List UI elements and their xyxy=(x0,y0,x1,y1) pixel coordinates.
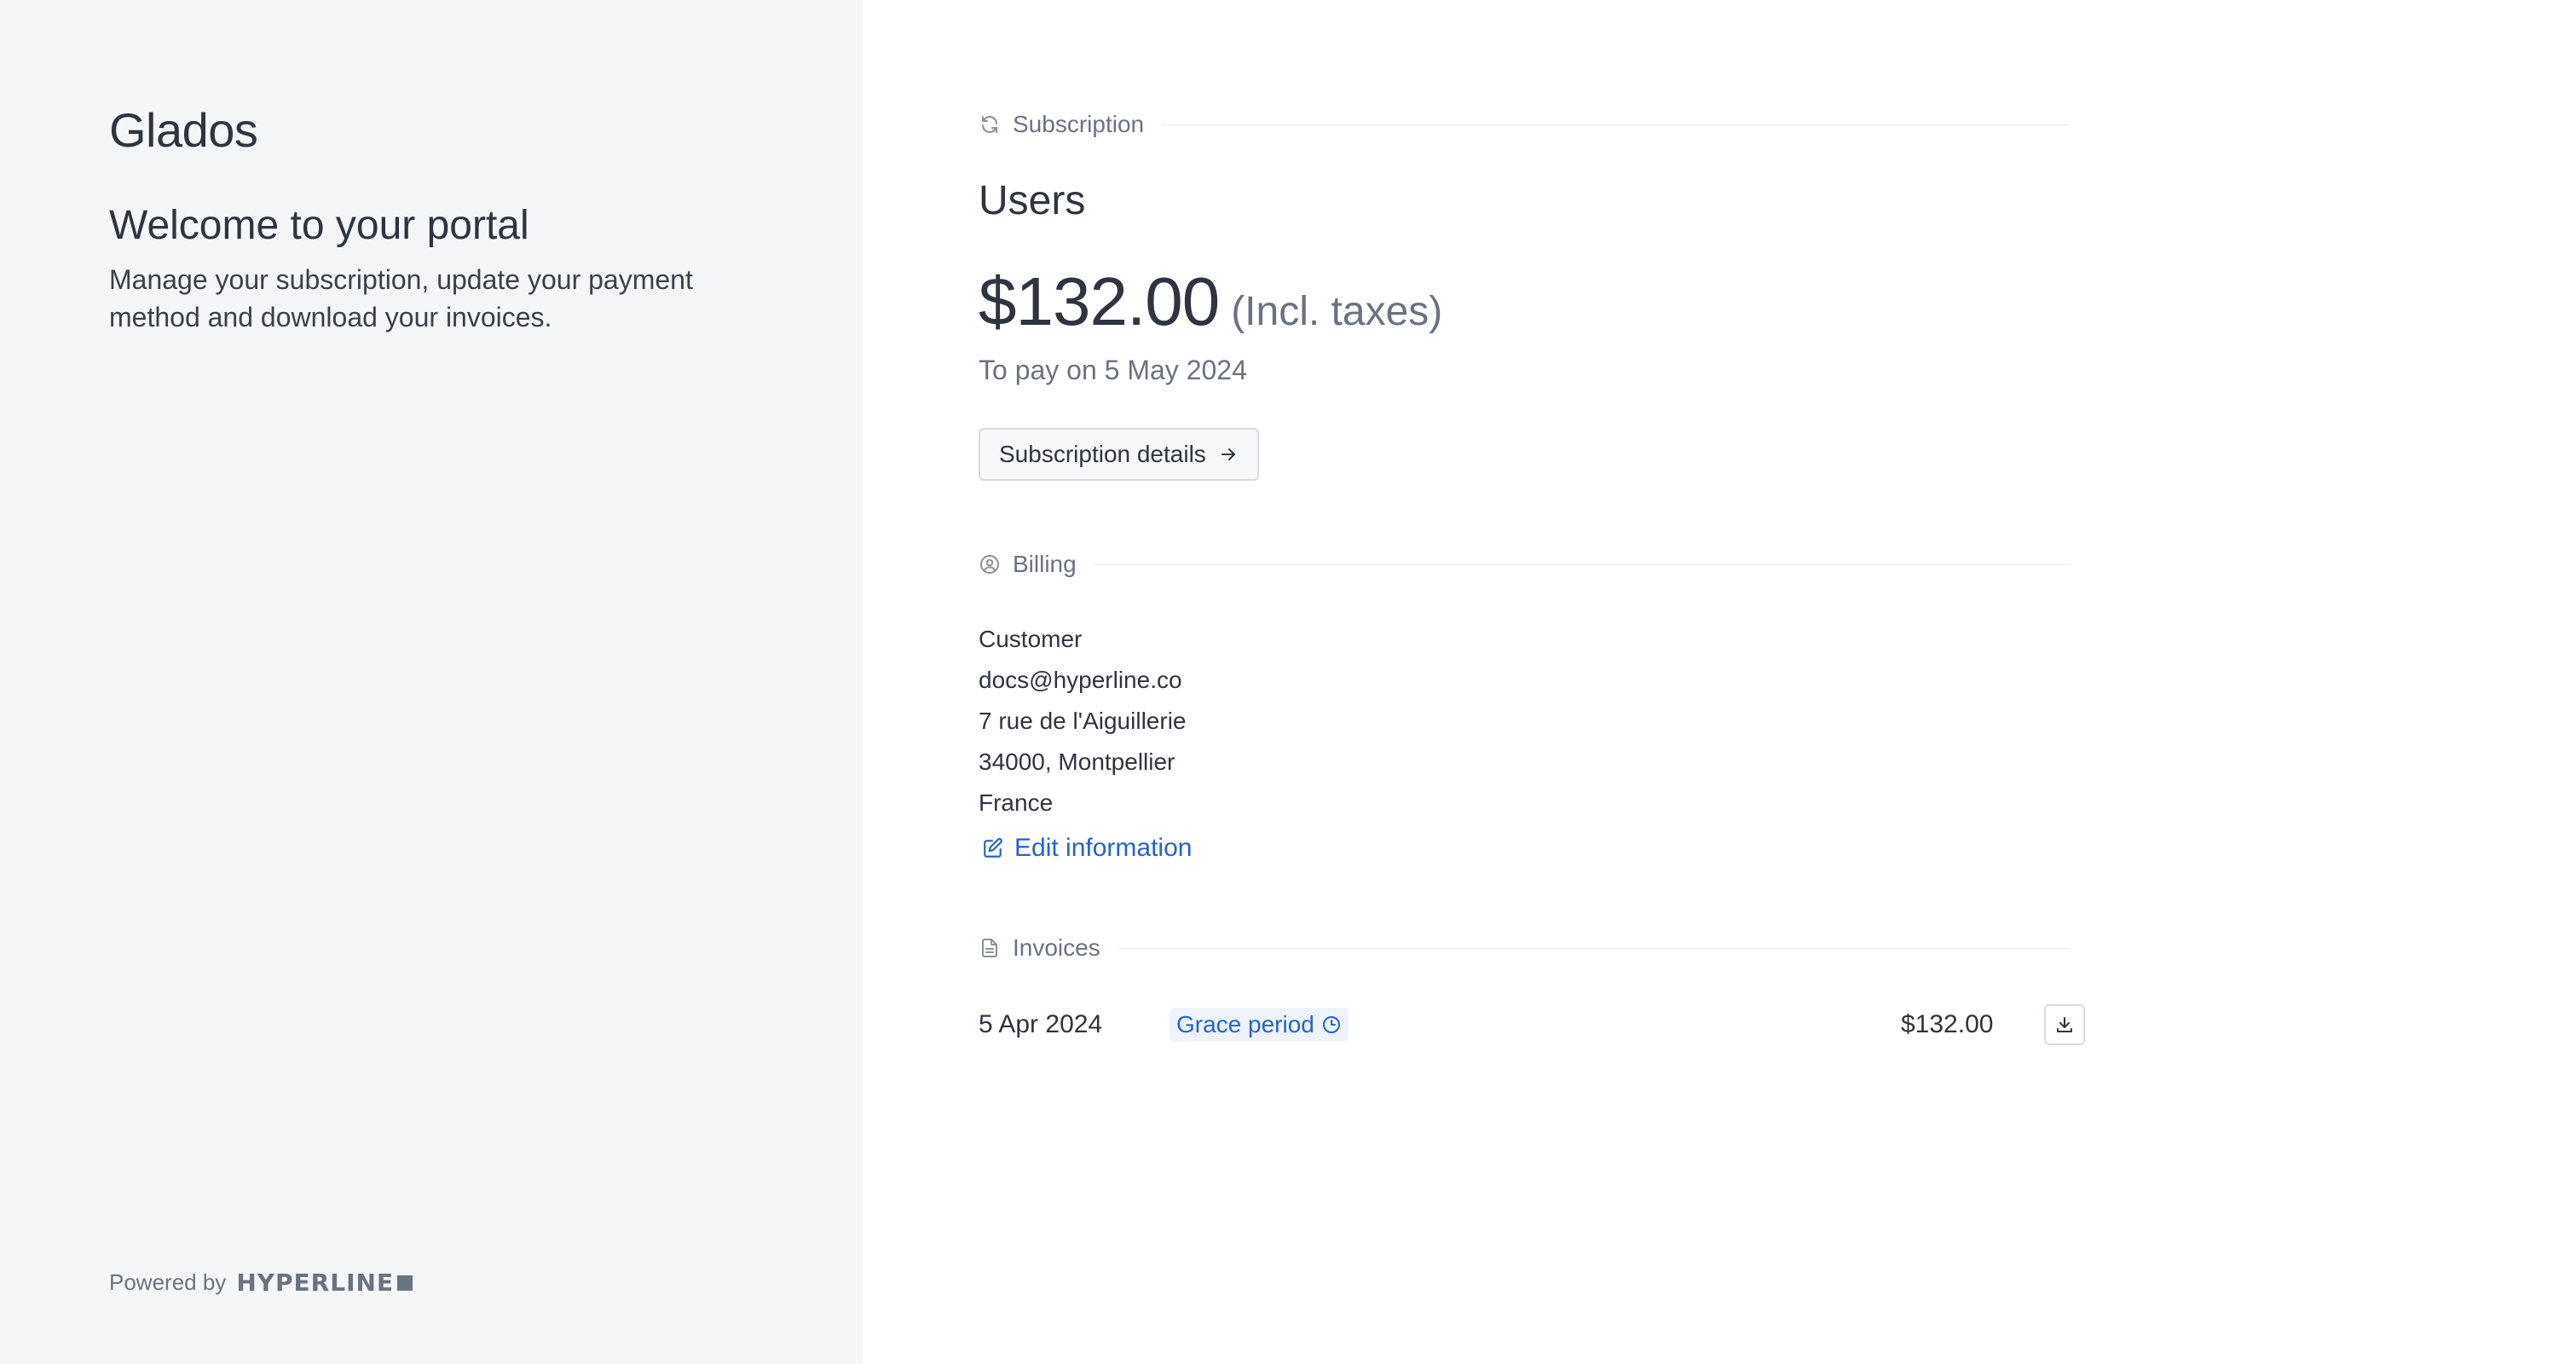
subscription-section-header: Subscription xyxy=(979,111,2070,138)
refresh-icon xyxy=(979,113,1001,136)
invoice-row: 5 Apr 2024 Grace period $132.00 xyxy=(979,1003,2087,1047)
clock-icon xyxy=(1321,1014,1342,1035)
hyperline-logo-text: HYPERLINE xyxy=(236,1269,395,1297)
section-divider xyxy=(1161,124,2070,125)
billing-address-block: Customer docs@hyperline.co 7 rue de l'Ai… xyxy=(979,619,1186,824)
subscription-section-label: Subscription xyxy=(1013,111,1145,137)
price-row: $132.00 (Incl. taxes) xyxy=(979,263,1442,341)
subscription-details-label: Subscription details xyxy=(999,441,1206,467)
due-date-text: To pay on 5 May 2024 xyxy=(979,355,1247,385)
edit-icon xyxy=(982,837,1004,859)
address-line: 7 rue de l'Aiguillerie xyxy=(979,708,1187,734)
section-divider xyxy=(1117,947,2070,949)
edit-information-link[interactable]: Edit information xyxy=(982,834,1192,863)
document-icon xyxy=(979,937,1001,959)
invoice-date: 5 Apr 2024 xyxy=(979,1010,1103,1038)
subscription-price: $132.00 xyxy=(979,263,1220,339)
invoice-amount: $132.00 xyxy=(1901,1010,1994,1038)
powered-by: Powered by HYPERLINE xyxy=(109,1269,413,1297)
subscription-details-button[interactable]: Subscription details xyxy=(979,428,1259,481)
invoice-status-label: Grace period xyxy=(1176,1011,1314,1037)
user-circle-icon xyxy=(979,553,1001,575)
powered-by-label: Powered by xyxy=(109,1269,227,1295)
city-line: 34000, Montpellier xyxy=(979,748,1175,775)
sidebar-panel: Glados Welcome to your portal Manage you… xyxy=(0,0,863,1364)
product-name: Users xyxy=(979,178,1086,223)
download-invoice-button[interactable] xyxy=(2044,1004,2085,1045)
arrow-right-icon xyxy=(1218,444,1239,465)
intro-text: Manage your subscription, update your pa… xyxy=(109,264,693,332)
welcome-title: Welcome to your portal xyxy=(109,203,529,248)
hyperline-logo[interactable]: HYPERLINE xyxy=(236,1269,413,1297)
download-icon xyxy=(2054,1014,2075,1035)
hyperline-square-icon xyxy=(397,1274,413,1291)
customer-name: Customer xyxy=(979,626,1083,652)
billing-section-header: Billing xyxy=(979,551,2070,578)
edit-information-label: Edit information xyxy=(1014,834,1193,862)
billing-section-label: Billing xyxy=(1013,551,1077,577)
customer-email: docs@hyperline.co xyxy=(979,667,1182,693)
invoice-status-badge: Grace period xyxy=(1170,1008,1349,1042)
invoices-section-header: Invoices xyxy=(979,934,2070,962)
sidebar-content: Glados Welcome to your portal Manage you… xyxy=(109,102,774,336)
brand-name: Glados xyxy=(109,103,258,157)
section-divider xyxy=(1093,564,2070,565)
tax-note: (Incl. taxes) xyxy=(1231,289,1443,334)
country-line: France xyxy=(979,789,1054,816)
invoices-section-label: Invoices xyxy=(1013,934,1100,961)
